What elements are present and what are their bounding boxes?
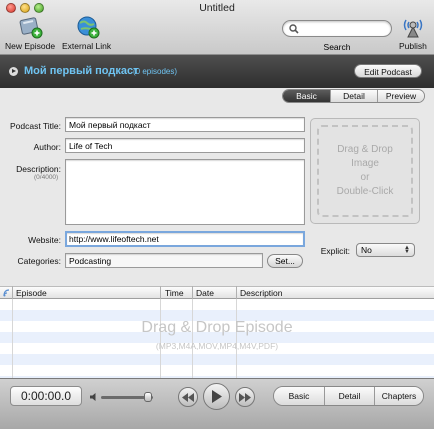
new-episode-button[interactable]: New Episode	[5, 15, 55, 51]
rewind-icon	[182, 392, 194, 402]
column-line	[236, 299, 237, 378]
external-link-icon	[77, 16, 100, 39]
description-label: Description:	[16, 164, 61, 174]
description-counter: (0/4000)	[34, 174, 59, 181]
search-icon	[289, 24, 299, 34]
new-episode-icon	[19, 17, 43, 39]
image-drop-line1: Drag & Drop	[337, 144, 393, 155]
description-field[interactable]	[65, 159, 305, 225]
explicit-value: No	[361, 245, 372, 255]
tab-episode-basic[interactable]: Basic	[274, 387, 324, 405]
explicit-label: Explicit:	[320, 246, 350, 256]
podcast-title-label: Podcast Title:	[9, 121, 61, 131]
play-icon	[212, 390, 222, 403]
table-row	[0, 365, 434, 376]
image-drop-zone[interactable]: Drag & Drop Image or Double-Click	[310, 118, 420, 224]
set-categories-button[interactable]: Set...	[267, 254, 303, 268]
external-link-label: External Link	[62, 41, 112, 51]
episode-drop-formats: (MP3,M4A,MOV,MP4,M4V,PDF)	[155, 341, 279, 351]
categories-field	[65, 253, 263, 268]
podcast-title-field[interactable]	[65, 117, 305, 132]
search-field[interactable]	[282, 20, 392, 37]
column-line	[160, 299, 161, 378]
column-divider	[12, 286, 13, 299]
volume-slider-knob[interactable]	[143, 392, 152, 402]
episodes-table-header: Episode Time Date Description	[0, 286, 434, 299]
episode-tab-group: Basic Detail Chapters	[273, 386, 424, 406]
search-input[interactable]	[301, 22, 387, 35]
column-divider	[236, 286, 237, 299]
episodes-list[interactable]	[0, 299, 434, 387]
table-row	[0, 354, 434, 365]
publish-button[interactable]: Publish	[399, 15, 427, 51]
author-label: Author:	[33, 142, 61, 152]
episode-count: (0 episodes)	[133, 67, 178, 76]
image-drop-target: Drag & Drop Image or Double-Click	[317, 125, 413, 217]
search-label: Search	[323, 42, 351, 52]
rewind-button[interactable]	[178, 387, 198, 407]
podcast-column-icon	[3, 289, 10, 297]
external-link-button[interactable]: External Link	[62, 15, 111, 51]
window-toolbar: Untitled New Episode External Link Searc…	[0, 0, 434, 55]
column-line	[192, 299, 193, 378]
explicit-select[interactable]: No ▲ ▼	[356, 243, 415, 257]
column-divider	[192, 286, 193, 299]
search-area: Search	[282, 20, 392, 52]
image-drop-line4: Double-Click	[336, 186, 394, 197]
fast-forward-button[interactable]	[235, 387, 255, 407]
podcast-title: Мой первый подкаст	[24, 65, 139, 77]
speaker-icon	[90, 393, 96, 401]
column-date[interactable]: Date	[196, 288, 214, 298]
author-field[interactable]	[65, 138, 305, 153]
column-description[interactable]: Description	[240, 288, 283, 298]
website-label: Website:	[28, 235, 61, 245]
column-episode[interactable]: Episode	[16, 288, 47, 298]
play-button[interactable]	[203, 383, 230, 410]
table-row	[0, 299, 434, 310]
image-drop-line2: Image	[351, 158, 379, 169]
fast-forward-icon	[239, 392, 251, 402]
column-divider	[160, 286, 161, 299]
view-tab-group: Basic Detail Preview	[282, 89, 425, 103]
podcast-header: Мой первый подкаст (0 episodes) Edit Pod…	[0, 55, 434, 88]
publish-icon	[403, 19, 423, 38]
categories-label: Categories:	[17, 256, 61, 266]
episode-drop-title: Drag & Drop Episode	[141, 319, 293, 336]
window-title: Untitled	[199, 2, 235, 14]
time-display: 0:00:00.0	[10, 386, 82, 406]
column-time[interactable]: Time	[165, 288, 184, 298]
select-arrows-icon: ▲ ▼	[404, 245, 410, 255]
disclosure-icon[interactable]	[9, 67, 18, 76]
tab-episode-detail[interactable]: Detail	[324, 387, 374, 405]
image-drop-line3: or	[360, 172, 370, 183]
tab-preview[interactable]: Preview	[377, 90, 424, 102]
publish-label: Publish	[399, 41, 427, 51]
edit-podcast-button[interactable]: Edit Podcast	[354, 64, 422, 78]
website-field[interactable]	[65, 231, 305, 247]
tab-basic[interactable]: Basic	[283, 90, 330, 102]
tab-episode-chapters[interactable]: Chapters	[374, 387, 423, 405]
new-episode-label: New Episode	[5, 41, 56, 51]
column-line	[12, 299, 13, 378]
tab-detail[interactable]: Detail	[330, 90, 377, 102]
